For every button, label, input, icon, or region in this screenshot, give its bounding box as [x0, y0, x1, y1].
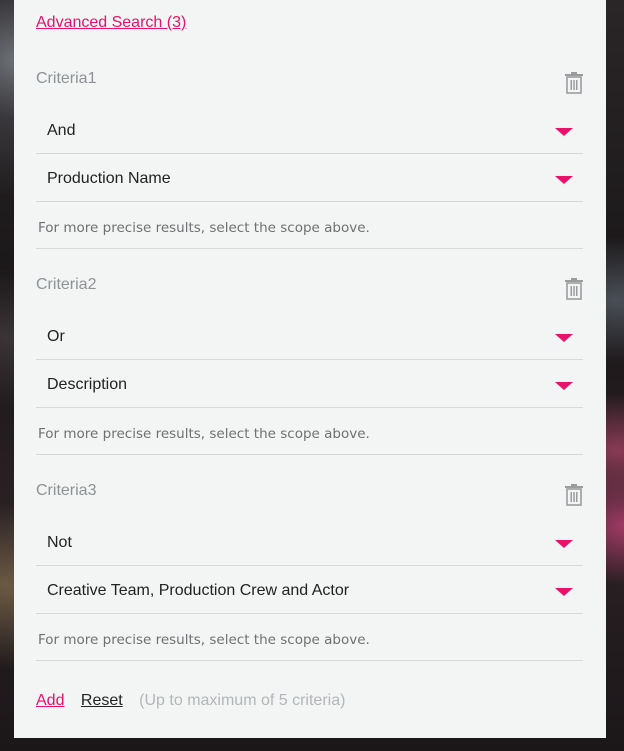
- criteria-header: Criteria2: [36, 276, 583, 312]
- criteria-title: Criteria2: [36, 276, 97, 293]
- add-criteria-link[interactable]: Add: [36, 692, 64, 709]
- operator-value: And: [47, 122, 76, 139]
- criteria-title: Criteria3: [36, 482, 97, 499]
- caret-down-icon: [555, 540, 573, 548]
- criteria-header: Criteria3: [36, 482, 583, 518]
- scope-value: Creative Team, Production Crew and Actor: [47, 582, 350, 599]
- operator-select[interactable]: Not: [36, 518, 583, 566]
- advanced-search-toggle-link[interactable]: Advanced Search (3): [36, 14, 186, 32]
- operator-select[interactable]: And: [36, 106, 583, 154]
- operator-value: Not: [47, 534, 72, 551]
- operator-select[interactable]: Or: [36, 312, 583, 360]
- criteria-footer: Add Reset (Up to maximum of 5 criteria): [36, 692, 345, 710]
- scope-select[interactable]: Creative Team, Production Crew and Actor: [36, 566, 583, 614]
- operator-value: Or: [47, 328, 65, 345]
- scope-hint: For more precise results, select the sco…: [36, 408, 583, 455]
- reset-link[interactable]: Reset: [81, 692, 123, 709]
- scope-hint-text: For more precise results, select the sco…: [38, 426, 370, 442]
- caret-down-icon: [555, 176, 573, 184]
- criteria-title: Criteria1: [36, 70, 97, 87]
- advanced-search-panel: Advanced Search (3) Criteria1 And Produc…: [14, 0, 606, 738]
- scope-select[interactable]: Production Name: [36, 154, 583, 202]
- max-criteria-note: (Up to maximum of 5 criteria): [139, 692, 346, 709]
- trash-icon[interactable]: [565, 72, 583, 94]
- caret-down-icon: [555, 334, 573, 342]
- scope-hint: For more precise results, select the sco…: [36, 614, 583, 661]
- caret-down-icon: [555, 588, 573, 596]
- caret-down-icon: [555, 128, 573, 136]
- scope-hint: For more precise results, select the sco…: [36, 202, 583, 249]
- scope-value: Production Name: [47, 170, 171, 187]
- criteria-header: Criteria1: [36, 70, 583, 106]
- criteria-block-1: Criteria1 And Production Name For more p…: [36, 70, 583, 249]
- criteria-block-3: Criteria3 Not Creative Team, Production …: [36, 482, 583, 661]
- caret-down-icon: [555, 382, 573, 390]
- scope-value: Description: [47, 376, 128, 393]
- scope-hint-text: For more precise results, select the sco…: [38, 220, 370, 236]
- trash-icon[interactable]: [565, 484, 583, 506]
- scope-hint-text: For more precise results, select the sco…: [38, 632, 370, 648]
- scope-select[interactable]: Description: [36, 360, 583, 408]
- trash-icon[interactable]: [565, 278, 583, 300]
- criteria-block-2: Criteria2 Or Description For more precis…: [36, 276, 583, 455]
